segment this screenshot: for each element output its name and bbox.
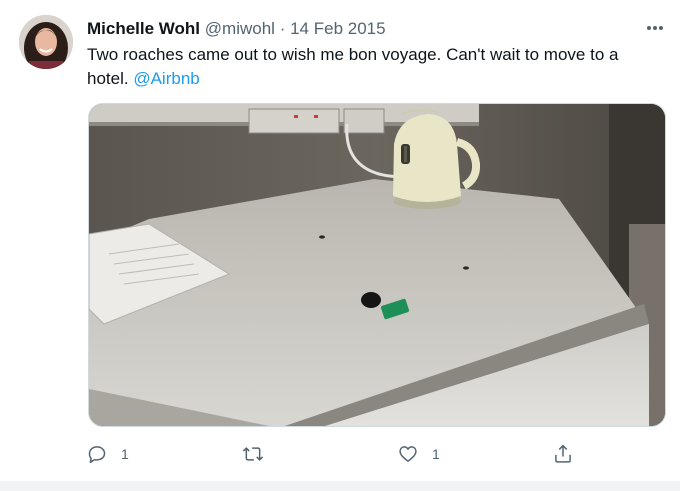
tweet: Michelle Wohl @miwohl · 14 Feb 2015 Two … — [0, 0, 680, 491]
tweet-actions: 1 1 — [0, 440, 680, 470]
author-handle[interactable]: @miwohl — [205, 19, 275, 38]
photo-image — [89, 104, 665, 426]
heart-icon — [399, 446, 417, 462]
separator-dot: · — [279, 19, 286, 38]
author-name[interactable]: Michelle Wohl — [87, 19, 200, 38]
more-options-button[interactable] — [640, 16, 670, 40]
like-button[interactable]: 1 — [398, 440, 440, 468]
avatar-image — [19, 15, 73, 69]
like-count: 1 — [432, 446, 440, 462]
reply-icon — [88, 446, 106, 464]
share-icon — [555, 444, 571, 463]
tweet-photo[interactable] — [88, 103, 666, 427]
avatar[interactable] — [19, 15, 73, 69]
reply-button[interactable]: 1 — [87, 440, 129, 468]
tweet-text: Two roaches came out to wish me bon voya… — [87, 43, 647, 91]
tweet-header: Michelle Wohl @miwohl · 14 Feb 2015 — [87, 18, 386, 40]
feed-divider — [0, 481, 680, 491]
tweet-date[interactable]: 14 Feb 2015 — [290, 19, 385, 38]
reply-count: 1 — [121, 446, 129, 462]
share-button[interactable] — [553, 440, 587, 468]
mention-link[interactable]: @Airbnb — [133, 69, 199, 88]
more-icon — [647, 26, 663, 30]
retweet-button[interactable] — [242, 440, 278, 468]
retweet-icon — [242, 447, 264, 461]
